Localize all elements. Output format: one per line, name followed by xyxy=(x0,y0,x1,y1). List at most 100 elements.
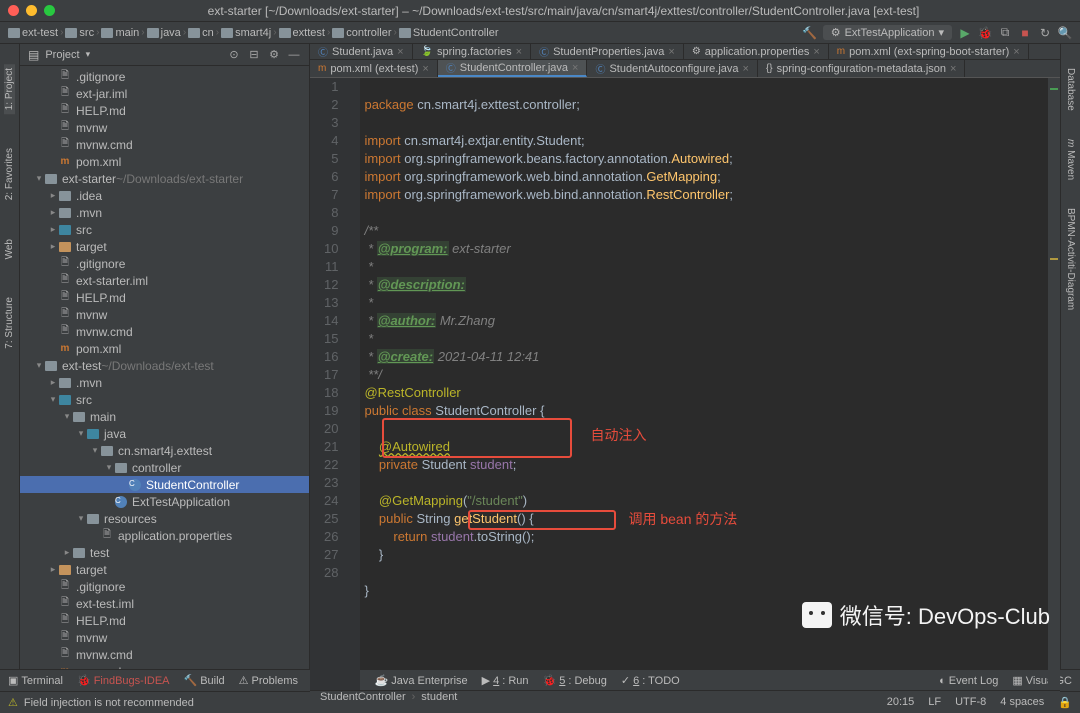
breadcrumb-item[interactable]: src xyxy=(65,27,94,39)
breadcrumb-item[interactable]: ext-test xyxy=(8,27,58,39)
update-button[interactable]: ↻ xyxy=(1038,26,1052,40)
cursor-position[interactable]: 20:15 xyxy=(887,696,915,709)
tree-node[interactable]: ▾cn.smart4j.exttest xyxy=(20,442,309,459)
tree-node[interactable]: ▸.idea xyxy=(20,187,309,204)
tree-node[interactable]: 🗎.gitignore xyxy=(20,68,309,85)
tree-node[interactable]: ▾ext-test ~/Downloads/ext-test xyxy=(20,357,309,374)
tree-node[interactable]: CStudentController xyxy=(20,476,309,493)
run-button[interactable]: ▶ xyxy=(958,26,972,40)
crumb-field[interactable]: student xyxy=(421,691,457,703)
tree-node[interactable]: ▸test xyxy=(20,544,309,561)
editor-tab[interactable]: ⚙application.properties× xyxy=(684,44,829,59)
breadcrumb-item[interactable]: controller xyxy=(332,27,391,39)
tree-node[interactable]: 🗎HELP.md xyxy=(20,289,309,306)
debug-button[interactable]: 🐞 xyxy=(978,26,992,40)
tree-node[interactable]: 🗎ext-starter.iml xyxy=(20,272,309,289)
tree-node[interactable]: 🗎application.properties xyxy=(20,527,309,544)
editor-tab[interactable]: ⒸStudent.java× xyxy=(310,44,413,59)
run-config-selector[interactable]: ⚙ ExtTestApplication ▾ xyxy=(823,25,952,40)
bottom-tool-button[interactable]: ⚠ Problems xyxy=(239,674,298,687)
encoding[interactable]: UTF-8 xyxy=(955,696,986,709)
tree-node[interactable]: ▾src xyxy=(20,391,309,408)
close-tab-icon[interactable]: × xyxy=(572,62,578,74)
editor-tab[interactable]: 🍃spring.factories× xyxy=(413,44,531,59)
select-opened-icon[interactable]: ⊙ xyxy=(227,48,241,62)
tree-node[interactable]: 🗎mvnw.cmd xyxy=(20,136,309,153)
tree-node[interactable]: 🗎ext-jar.iml xyxy=(20,85,309,102)
tree-node[interactable]: 🗎.gitignore xyxy=(20,578,309,595)
favorites-tool-tab[interactable]: 2: Favorites xyxy=(4,144,15,204)
stop-button[interactable]: ■ xyxy=(1018,26,1032,40)
tree-node[interactable]: ▾ext-starter ~/Downloads/ext-starter xyxy=(20,170,309,187)
build-icon[interactable]: 🔨 xyxy=(803,26,817,40)
indent[interactable]: 4 spaces xyxy=(1000,696,1044,709)
tree-node[interactable]: 🗎HELP.md xyxy=(20,612,309,629)
close-tab-icon[interactable]: × xyxy=(422,63,428,75)
tree-node[interactable]: ▸.mvn xyxy=(20,374,309,391)
crumb-class[interactable]: StudentController xyxy=(320,691,406,703)
database-tool-tab[interactable]: Database xyxy=(1065,64,1076,115)
close-tab-icon[interactable]: × xyxy=(516,46,522,58)
tree-node[interactable]: ▸.mvn xyxy=(20,204,309,221)
tree-node[interactable]: ▾resources xyxy=(20,510,309,527)
tree-node[interactable]: ▾controller xyxy=(20,459,309,476)
settings-icon[interactable]: ⚙ xyxy=(267,48,281,62)
tree-node[interactable]: ▾java xyxy=(20,425,309,442)
breadcrumb-item[interactable]: cn xyxy=(188,27,214,39)
close-window-button[interactable] xyxy=(8,5,19,16)
lock-icon[interactable]: 🔒 xyxy=(1058,696,1072,709)
tree-node[interactable]: ▸src xyxy=(20,221,309,238)
close-tab-icon[interactable]: × xyxy=(397,46,403,58)
tree-node[interactable]: mpom.xml xyxy=(20,340,309,357)
tree-node[interactable]: 🗎mvnw.cmd xyxy=(20,323,309,340)
breadcrumb-item[interactable]: java xyxy=(147,27,181,39)
line-separator[interactable]: LF xyxy=(928,696,941,709)
window-controls xyxy=(8,5,55,16)
tree-node[interactable]: 🗎mvnw xyxy=(20,306,309,323)
search-icon[interactable]: 🔍 xyxy=(1058,26,1072,40)
tree-node[interactable]: ▸target xyxy=(20,561,309,578)
bottom-tool-button[interactable]: 🐞 FindBugs-IDEA xyxy=(77,674,170,687)
editor-tab[interactable]: {}spring-configuration-metadata.json× xyxy=(758,60,966,77)
close-tab-icon[interactable]: × xyxy=(950,63,956,75)
tree-node[interactable]: mpom.xml xyxy=(20,663,309,669)
editor-tab[interactable]: ⒸStudentController.java× xyxy=(438,60,588,77)
maximize-window-button[interactable] xyxy=(44,5,55,16)
tree-node[interactable]: 🗎mvnw.cmd xyxy=(20,646,309,663)
tree-node[interactable]: mpom.xml xyxy=(20,153,309,170)
close-tab-icon[interactable]: × xyxy=(668,46,674,58)
tree-node[interactable]: 🗎mvnw xyxy=(20,629,309,646)
editor-tab[interactable]: mpom.xml (ext-test)× xyxy=(310,60,438,77)
bottom-tool-button[interactable]: 🔨 Build xyxy=(184,674,225,687)
breadcrumb-item[interactable]: exttest xyxy=(279,27,325,39)
bpmn-tool-tab[interactable]: BPMN-Activiti-Diagram xyxy=(1065,204,1076,314)
breadcrumb-item[interactable]: main xyxy=(101,27,139,39)
minimize-window-button[interactable] xyxy=(26,5,37,16)
tree-node[interactable]: 🗎.gitignore xyxy=(20,255,309,272)
hide-icon[interactable]: — xyxy=(287,48,301,62)
watermark: 微信号: DevOps-Club xyxy=(802,599,1050,631)
tree-node[interactable]: 🗎ext-test.iml xyxy=(20,595,309,612)
close-tab-icon[interactable]: × xyxy=(1013,46,1019,58)
collapse-all-icon[interactable]: ⊟ xyxy=(247,48,261,62)
project-tool-tab[interactable]: 1: Project xyxy=(4,64,15,114)
close-tab-icon[interactable]: × xyxy=(743,63,749,75)
editor-area: ⒸStudent.java×🍃spring.factories×ⒸStudent… xyxy=(310,44,1060,669)
web-tool-tab[interactable]: Web xyxy=(4,235,15,263)
breadcrumb-item[interactable]: StudentController xyxy=(399,27,499,39)
editor-tab[interactable]: ⒸStudentAutoconfigure.java× xyxy=(587,60,757,77)
tree-node[interactable]: 🗎mvnw xyxy=(20,119,309,136)
tree-node[interactable]: CExtTestApplication xyxy=(20,493,309,510)
breadcrumb-item[interactable]: smart4j xyxy=(221,27,271,39)
tree-node[interactable]: ▸target xyxy=(20,238,309,255)
maven-tool-tab[interactable]: m Maven xyxy=(1065,135,1076,184)
close-tab-icon[interactable]: × xyxy=(813,46,819,58)
editor-tab[interactable]: mpom.xml (ext-spring-boot-starter)× xyxy=(829,44,1029,59)
editor-tab[interactable]: ⒸStudentProperties.java× xyxy=(531,44,684,59)
structure-tool-tab[interactable]: 7: Structure xyxy=(4,293,15,353)
bottom-tool-button[interactable]: ▣ Terminal xyxy=(8,674,63,687)
right-tool-strip: Database m Maven BPMN-Activiti-Diagram xyxy=(1060,44,1080,669)
tree-node[interactable]: 🗎HELP.md xyxy=(20,102,309,119)
tree-node[interactable]: ▾main xyxy=(20,408,309,425)
coverage-button[interactable]: ⧉ xyxy=(998,26,1012,40)
